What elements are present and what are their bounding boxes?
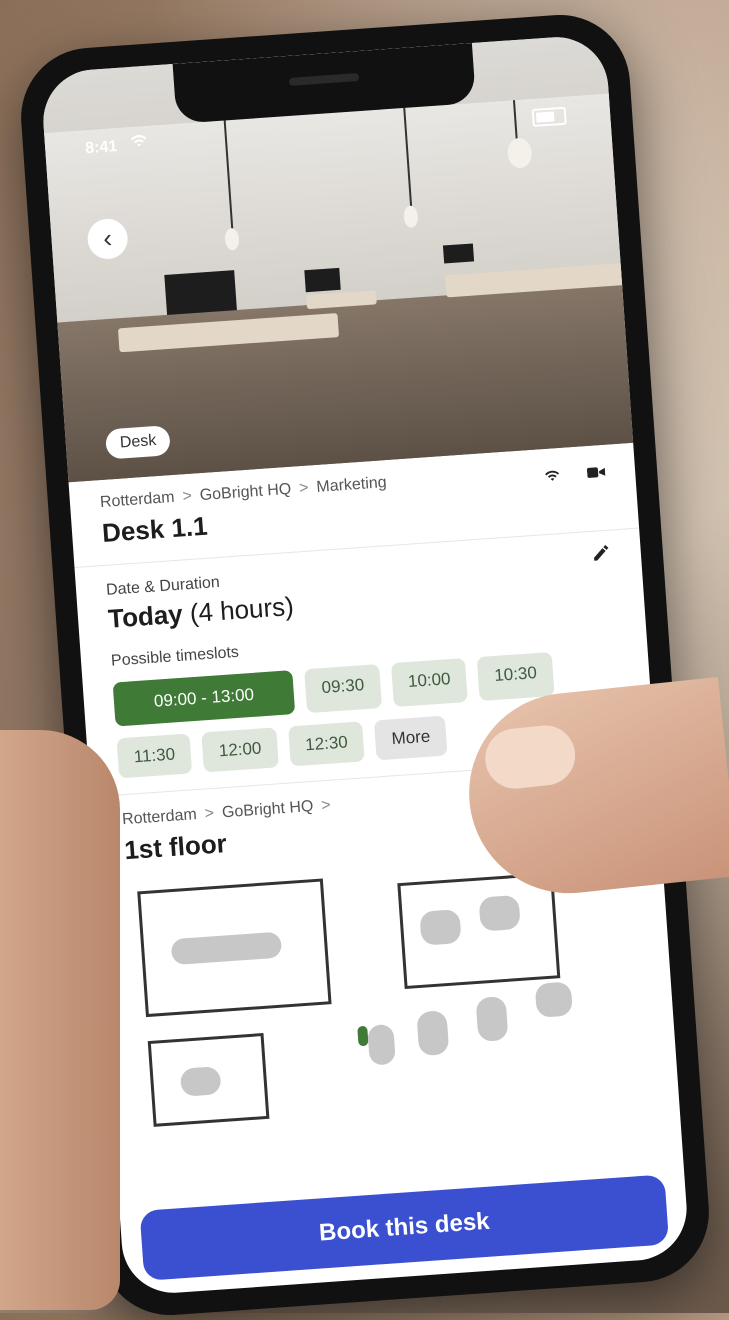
- breadcrumb-separator: >: [204, 804, 215, 823]
- phone-frame: 8:41 ‹ Desk Rotterdam > GoBright HQ > Market…: [16, 10, 714, 1320]
- video-icon: [586, 465, 606, 485]
- book-desk-button[interactable]: Book this desk: [139, 1174, 670, 1281]
- phone-screen: 8:41 ‹ Desk Rotterdam > GoBright HQ > Market…: [39, 33, 691, 1297]
- timeslot-chip[interactable]: 12:00: [201, 727, 279, 773]
- timeslot-chip[interactable]: 11:30: [116, 733, 193, 779]
- map-desk-cluster[interactable]: [419, 909, 462, 946]
- breadcrumb-item[interactable]: Rotterdam: [122, 806, 198, 828]
- wifi-icon: [543, 468, 562, 488]
- map-desk-cluster[interactable]: [534, 981, 573, 1018]
- hand: [0, 730, 120, 1310]
- breadcrumb-item[interactable]: GoBright HQ: [221, 798, 314, 821]
- status-time: 8:41: [84, 138, 118, 158]
- selected-desk-marker[interactable]: [357, 1025, 369, 1047]
- breadcrumb-separator: >: [181, 487, 193, 506]
- breadcrumb-item[interactable]: Rotterdam: [99, 489, 175, 511]
- breadcrumb-separator: >: [298, 479, 310, 498]
- map-desk-cluster[interactable]: [416, 1010, 450, 1057]
- edit-button[interactable]: [590, 543, 612, 570]
- breadcrumb-separator: >: [320, 796, 332, 815]
- chevron-left-icon: ‹: [102, 222, 113, 254]
- map-desk-cluster[interactable]: [478, 894, 521, 932]
- pencil-icon: [594, 544, 609, 561]
- breadcrumb-item[interactable]: Marketing: [316, 474, 387, 496]
- timeslot-chip[interactable]: 12:30: [287, 721, 366, 767]
- map-desk-cluster[interactable]: [367, 1023, 396, 1066]
- timeslot-chip[interactable]: 10:30: [477, 651, 555, 702]
- timeslot-chip[interactable]: 09:30: [304, 664, 382, 714]
- map-desk-cluster[interactable]: [475, 996, 509, 1042]
- desk-type-tag: Desk: [104, 425, 172, 460]
- breadcrumb-item[interactable]: GoBright HQ: [199, 481, 292, 504]
- more-timeslots-button[interactable]: More: [374, 715, 448, 761]
- battery-icon: [531, 106, 567, 127]
- timeslot-chip[interactable]: 09:00 - 13:00: [112, 670, 296, 727]
- timeslot-chip[interactable]: 10:00: [390, 658, 469, 708]
- status-wifi-icon: [128, 132, 149, 154]
